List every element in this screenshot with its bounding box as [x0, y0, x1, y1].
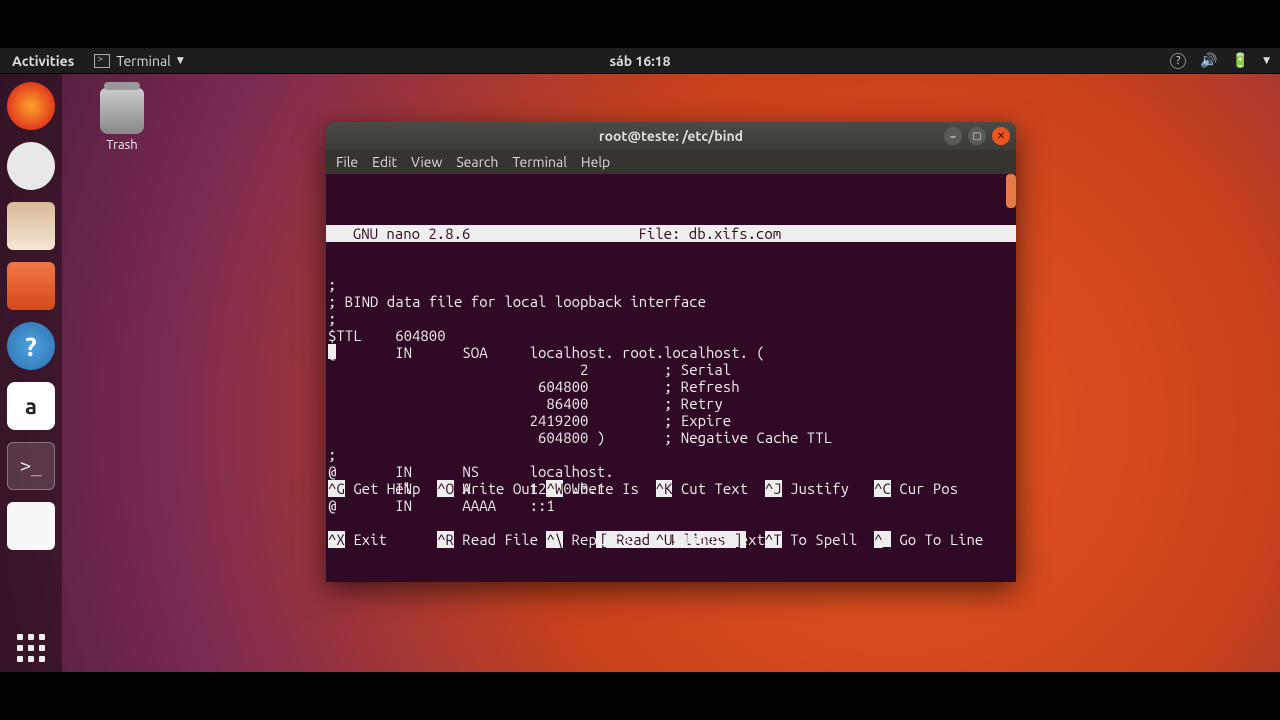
dock-firefox[interactable] [7, 82, 55, 130]
shortcut-label: To Spell [782, 531, 874, 548]
shortcut-label: Write Out [454, 480, 546, 497]
nano-header: GNU nano 2.8.6 File: db.xifs.com [326, 225, 1016, 242]
shortcut-key: ^T [765, 531, 782, 548]
menu-edit[interactable]: Edit [372, 154, 397, 170]
menu-help[interactable]: Help [581, 154, 610, 170]
shortcut-key: ^W [546, 480, 563, 497]
dock-help[interactable]: ? [7, 322, 55, 370]
desktop: Activities Terminal ▼ sáb 16:18 ? 🔊 🔋 ▼ … [0, 48, 1280, 672]
menu-terminal[interactable]: Terminal [512, 154, 567, 170]
apps-grid-icon [17, 634, 45, 662]
minimize-button[interactable]: – [944, 127, 962, 145]
shortcut-key: ^_ [874, 531, 891, 548]
trash-icon [100, 88, 144, 134]
dock-rhythmbox[interactable] [7, 142, 55, 190]
menu-search[interactable]: Search [456, 154, 498, 170]
shortcut-label: Replace [563, 531, 655, 548]
shortcut-label: Read File [454, 531, 546, 548]
shortcut-label: Where Is [563, 480, 655, 497]
letterbox-top [0, 0, 1280, 48]
trash-label: Trash [100, 138, 144, 152]
window-controls: – ▢ ✕ [944, 127, 1010, 145]
menu-file[interactable]: File [336, 154, 358, 170]
dock: ? a >_ [0, 74, 62, 672]
window-title: root@teste: /etc/bind [599, 128, 743, 144]
dock-files[interactable] [7, 202, 55, 250]
dock-amazon[interactable]: a [7, 382, 55, 430]
shortcut-label: Uncut Text [672, 531, 764, 548]
window-titlebar[interactable]: root@teste: /etc/bind – ▢ ✕ [326, 122, 1016, 150]
terminal-icon [94, 54, 110, 68]
volume-icon[interactable]: 🔊 [1200, 52, 1217, 69]
cursor [328, 344, 336, 359]
gnome-topbar: Activities Terminal ▼ sáb 16:18 ? 🔊 🔋 ▼ [0, 48, 1280, 74]
terminal-menubar: File Edit View Search Terminal Help [326, 150, 1016, 174]
nano-shortcuts: ^G Get Help ^O Write Out ^W Where Is ^K … [326, 446, 1016, 582]
app-menu-label: Terminal [116, 53, 171, 69]
shortcut-key: ^X [328, 531, 345, 548]
dock-software[interactable] [7, 262, 55, 310]
scrollbar[interactable] [1006, 174, 1016, 208]
close-button[interactable]: ✕ [992, 127, 1010, 145]
terminal-body[interactable]: GNU nano 2.8.6 File: db.xifs.com ; ; BIN… [326, 174, 1016, 582]
desktop-trash[interactable]: Trash [100, 88, 144, 152]
shortcut-key: ^\ [546, 531, 563, 548]
chevron-down-icon: ▼ [177, 55, 184, 66]
dock-terminal[interactable]: >_ [7, 442, 55, 490]
shortcut-key: ^J [765, 480, 782, 497]
power-menu-icon[interactable]: ▼ [1263, 55, 1270, 66]
clock[interactable]: sáb 16:18 [610, 53, 671, 69]
shortcut-key: ^G [328, 480, 345, 497]
menu-view[interactable]: View [411, 154, 442, 170]
shortcut-label: Cur Pos [891, 480, 983, 497]
dock-show-apps[interactable] [7, 624, 55, 672]
shortcut-label: Get Help [345, 480, 437, 497]
battery-icon[interactable]: 🔋 [1232, 52, 1249, 69]
shortcut-label: Justify [782, 480, 874, 497]
shortcut-label: Exit [345, 531, 437, 548]
shortcut-label: Go To Line [891, 531, 983, 548]
shortcut-key: ^R [437, 531, 454, 548]
letterbox-bottom [0, 672, 1280, 720]
activities-button[interactable]: Activities [0, 53, 86, 69]
shortcut-key: ^O [437, 480, 454, 497]
app-menu[interactable]: Terminal ▼ [86, 53, 191, 69]
dock-libreoffice[interactable] [7, 502, 55, 550]
shortcut-key: ^K [656, 480, 673, 497]
shortcut-key: ^C [874, 480, 891, 497]
maximize-button[interactable]: ▢ [968, 127, 986, 145]
help-icon[interactable]: ? [1170, 53, 1186, 69]
shortcut-label: Cut Text [672, 480, 764, 497]
shortcut-key: ^U [656, 531, 673, 548]
terminal-window: root@teste: /etc/bind – ▢ ✕ File Edit Vi… [326, 122, 1016, 582]
system-tray: ? 🔊 🔋 ▼ [1170, 52, 1270, 69]
